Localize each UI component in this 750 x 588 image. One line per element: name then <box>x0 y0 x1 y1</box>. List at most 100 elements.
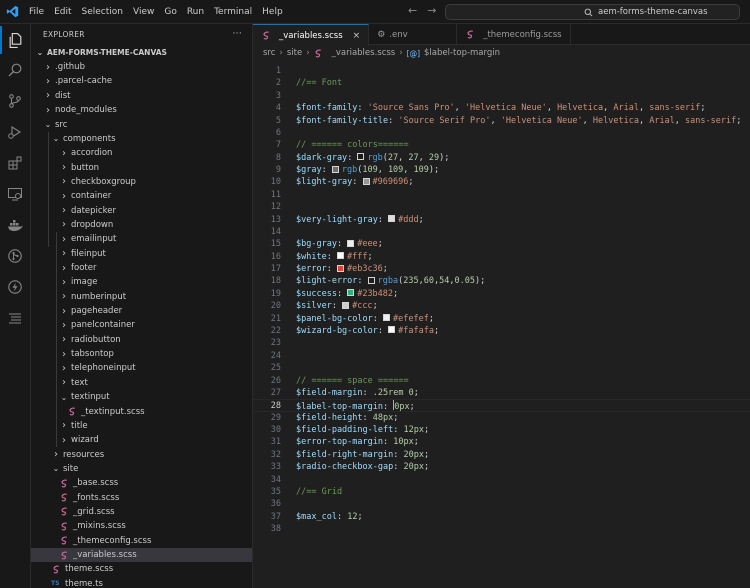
folder-item[interactable]: › datepicker <box>31 204 252 218</box>
folder-item[interactable]: › image <box>31 275 252 289</box>
color-swatch[interactable] <box>388 215 396 223</box>
color-swatch[interactable] <box>388 326 396 334</box>
color-swatch[interactable] <box>347 239 355 247</box>
breadcrumb-site[interactable]: site <box>287 48 302 58</box>
file-item[interactable]: _themeconfig.scss <box>31 534 252 548</box>
folder-item[interactable]: › .parcel-cache <box>31 74 252 88</box>
folder-item[interactable]: ⌄ textinput <box>31 390 252 404</box>
code-token: : <box>357 103 368 114</box>
folder-item[interactable]: › accordion <box>31 146 252 160</box>
folder-item[interactable]: › radiobutton <box>31 333 252 347</box>
folder-item[interactable]: › pageheader <box>31 304 252 318</box>
file-item[interactable]: TS theme.ts <box>31 577 252 588</box>
file-item[interactable]: _textinput.scss <box>31 404 252 418</box>
close-icon[interactable]: × <box>353 31 361 41</box>
code-line: 3 <box>253 90 750 102</box>
folder-item[interactable]: › numberinput <box>31 290 252 304</box>
docker-icon[interactable] <box>5 215 25 235</box>
folder-item[interactable]: › .github <box>31 60 252 74</box>
tab-themeconfig-scss[interactable]: _themeconfig.scss <box>457 24 571 45</box>
folder-item[interactable]: › dropdown <box>31 218 252 232</box>
line-number: 5 <box>275 115 281 126</box>
menu-run[interactable]: Run <box>182 0 209 24</box>
back-arrow-icon[interactable]: ← <box>408 4 417 17</box>
code-line: 31 $error-top-margin: 10px; <box>253 436 750 448</box>
color-swatch[interactable] <box>342 301 350 309</box>
folder-item[interactable]: › resources <box>31 447 252 461</box>
folder-item[interactable]: › dist <box>31 89 252 103</box>
color-swatch[interactable] <box>331 165 339 173</box>
folder-item[interactable]: › emailinput <box>31 232 252 246</box>
file-item[interactable]: _fonts.scss <box>31 491 252 505</box>
code-line: 22 $wizard-bg-color: #fafafa; <box>253 325 750 337</box>
tree-item-label: _textinput.scss <box>81 406 145 417</box>
file-item[interactable]: _base.scss <box>31 476 252 490</box>
folder-item[interactable]: › container <box>31 189 252 203</box>
more-actions-icon[interactable]: ··· <box>233 29 242 39</box>
code-token: $font-family <box>296 103 358 114</box>
lightning-icon[interactable] <box>5 277 25 297</box>
folder-item[interactable]: › text <box>31 376 252 390</box>
folder-item[interactable]: › node_modules <box>31 103 252 117</box>
color-swatch[interactable] <box>336 252 344 260</box>
folder-item[interactable]: › button <box>31 160 252 174</box>
git-graph-icon[interactable] <box>5 246 25 266</box>
menu-terminal[interactable]: Terminal <box>209 0 257 24</box>
file-item[interactable]: _mixins.scss <box>31 519 252 533</box>
sass-file-icon <box>59 521 69 531</box>
code-token: 29 <box>428 152 440 163</box>
folder-item[interactable]: › checkboxgroup <box>31 175 252 189</box>
code-token: , <box>603 103 614 114</box>
line-number: 27 <box>270 387 281 398</box>
code-token: rgb <box>341 165 358 176</box>
command-center-search[interactable]: aem-forms-theme-canvas <box>445 4 740 20</box>
folder-item[interactable]: › panelcontainer <box>31 318 252 332</box>
line-number: 30 <box>270 425 281 436</box>
breadcrumb-symbol[interactable]: $label-top-margin <box>424 48 500 58</box>
explorer-files-icon[interactable] <box>0 26 25 54</box>
folder-item[interactable]: › title <box>31 419 252 433</box>
folder-item[interactable]: ⌄ src <box>31 117 252 131</box>
color-swatch[interactable] <box>336 264 344 272</box>
file-item[interactable]: _variables.scss <box>31 547 252 563</box>
menu-go[interactable]: Go <box>159 0 181 24</box>
folder-item[interactable]: ⌄ components <box>31 132 252 146</box>
folder-item[interactable]: › tabsontop <box>31 347 252 361</box>
folder-item[interactable]: › wizard <box>31 433 252 447</box>
breadcrumb-src[interactable]: src <box>263 48 275 58</box>
menu-help[interactable]: Help <box>257 0 288 24</box>
file-item[interactable]: theme.scss <box>31 562 252 576</box>
tab-variables-scss[interactable]: _variables.scss × <box>253 24 370 46</box>
menu-file[interactable]: File <box>24 0 49 24</box>
menu-view[interactable]: View <box>128 0 159 24</box>
folder-item[interactable]: › telephoneinput <box>31 361 252 375</box>
code-token: 0.05 <box>454 276 475 287</box>
color-swatch[interactable] <box>357 153 365 161</box>
forward-arrow-icon[interactable]: → <box>427 4 436 17</box>
tree-item-label: _grid.scss <box>73 506 115 517</box>
folder-item[interactable]: ⌄ site <box>31 462 252 476</box>
color-swatch[interactable] <box>367 276 375 284</box>
explorer-header: EXPLORER ··· <box>31 24 252 44</box>
search-icon[interactable] <box>5 60 25 80</box>
remote-explorer-icon[interactable] <box>5 184 25 204</box>
code-token: #eee <box>357 239 378 250</box>
code-editor[interactable]: 1 2//== Font 3 4 $font-family: 'Source Sans … <box>253 61 750 588</box>
folder-item[interactable]: › fileinput <box>31 247 252 261</box>
breadcrumb-file[interactable]: _variables.scss <box>332 48 396 58</box>
extensions-icon[interactable] <box>5 153 25 173</box>
folder-item[interactable]: › footer <box>31 261 252 275</box>
color-swatch[interactable] <box>383 314 391 322</box>
file-item[interactable]: _grid.scss <box>31 505 252 519</box>
menu-edit[interactable]: Edit <box>49 0 76 24</box>
outline-list-icon[interactable] <box>5 308 25 328</box>
color-swatch[interactable] <box>347 289 355 297</box>
color-swatch[interactable] <box>362 177 370 185</box>
workspace-root-folder[interactable]: ⌄ AEM-FORMS-THEME-CANVAS <box>31 44 252 60</box>
file-tree: › .github › .parcel-cache › dist › node_modules… <box>31 60 252 588</box>
menu-selection[interactable]: Selection <box>77 0 128 24</box>
run-debug-icon[interactable] <box>5 122 25 142</box>
code-token: 48px <box>372 412 394 423</box>
tab-env[interactable]: ⚙ .env <box>369 24 458 45</box>
source-control-icon[interactable] <box>5 91 25 111</box>
